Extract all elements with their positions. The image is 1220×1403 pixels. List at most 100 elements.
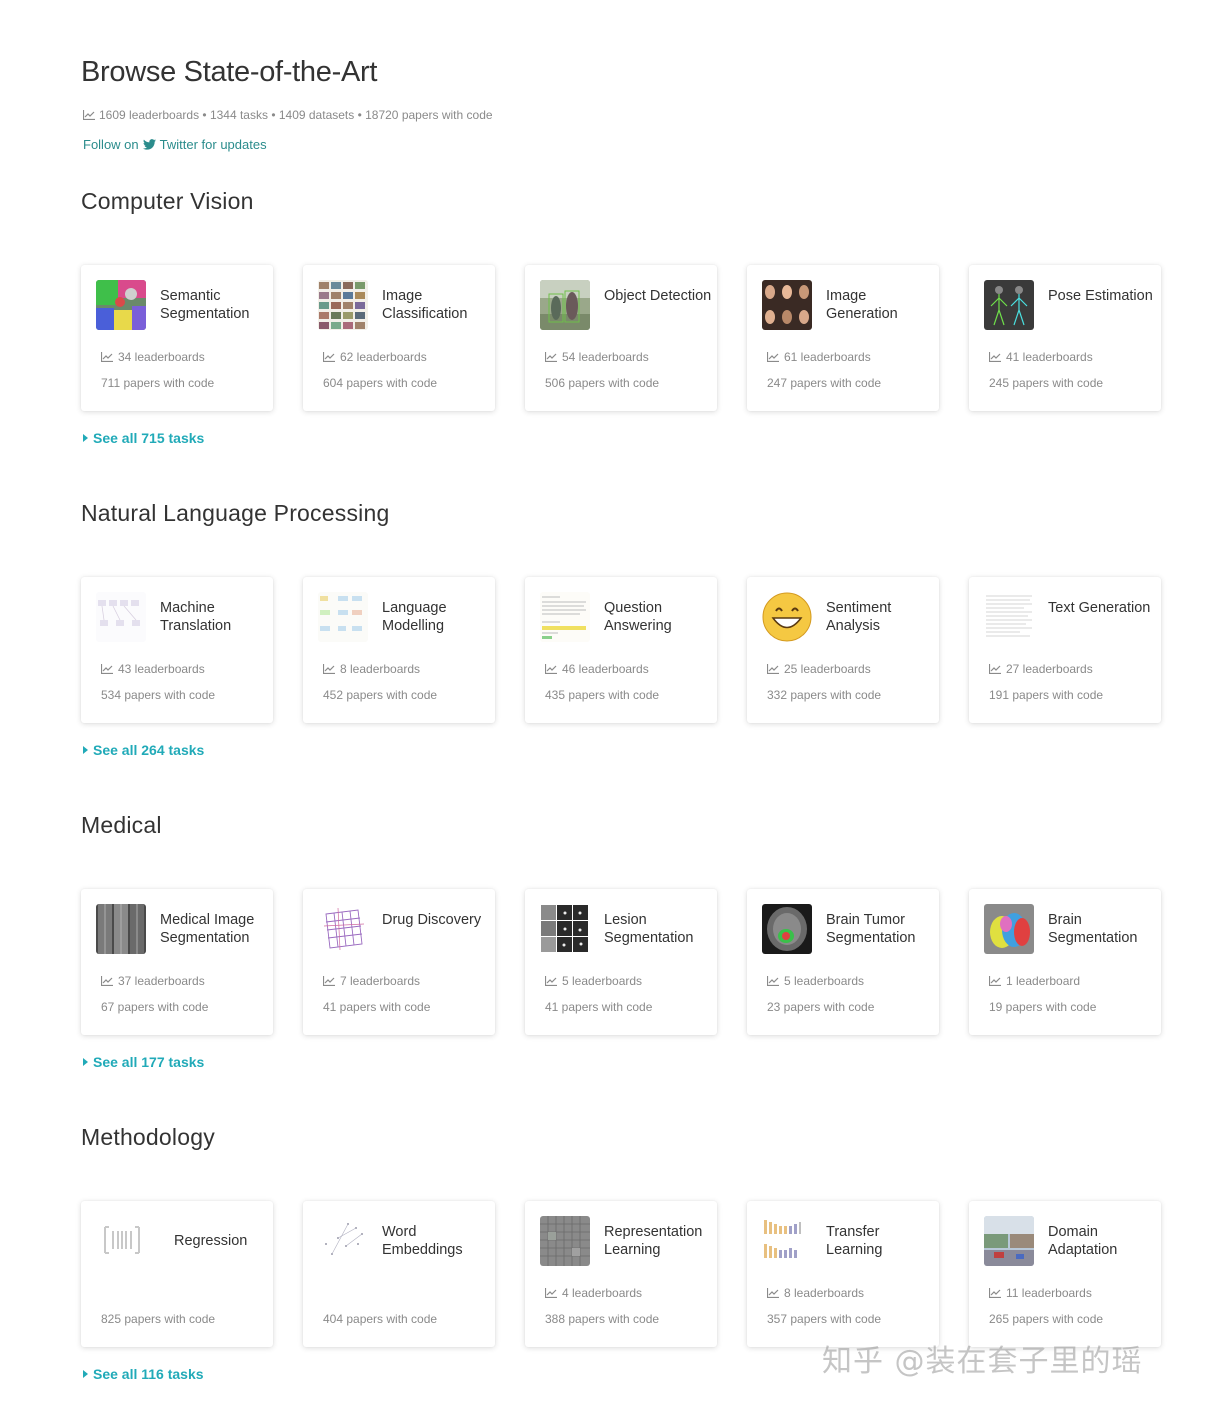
representation-learning-thumbnail [540,1216,590,1266]
card-title: Object Detection [604,288,712,304]
leaderboards-label: 61 leaderboards [784,350,871,364]
task-card[interactable]: Language Modelling 8 leaderboards 452 pa… [303,577,495,723]
caret-right-icon [83,746,88,754]
object-detection-thumbnail [540,280,590,330]
task-row-methodology: Regression 825 papers with code Word Emb… [81,1201,1171,1347]
leaderboards-label: 5 leaderboards [784,974,865,988]
semantic-segmentation-thumbnail [96,280,146,330]
transfer-learning-thumbnail [762,1216,812,1266]
chart-icon [545,1288,557,1298]
task-card[interactable]: Image Classification 62 leaderboards 604… [303,265,495,411]
task-card[interactable]: Object Detection 54 leaderboards 506 pap… [525,265,717,411]
task-card[interactable]: Text Generation 27 leaderboards 191 pape… [969,577,1161,723]
task-card[interactable]: Lesion Segmentation 5 leaderboards 41 pa… [525,889,717,1035]
leaderboards-count: 54 leaderboards [545,350,649,364]
stats-text: 1609 leaderboards • 1344 tasks • 1409 da… [99,108,493,122]
card-title: Brain Segmentation [1048,912,1138,946]
image-classification-thumbnail [318,280,368,330]
papers-count: 711 papers with code [101,376,215,390]
chart-icon [323,664,335,674]
leaderboards-count: 25 leaderboards [767,662,871,676]
task-card[interactable]: Brain Segmentation 1 leaderboard 19 pape… [969,889,1161,1035]
card-title: Semantic Segmentation [160,288,250,322]
leaderboards-count: 61 leaderboards [767,350,871,364]
task-row-medical: Medical Image Segmentation 37 leaderboar… [81,889,1171,1035]
card-title: Text Generation [1048,600,1151,616]
task-card[interactable]: Sentiment Analysis 25 leaderboards 332 p… [747,577,939,723]
leaderboards-label: 27 leaderboards [1006,662,1093,676]
card-title: Lesion Segmentation [604,912,694,946]
leaderboards-count: 46 leaderboards [545,662,649,676]
task-card[interactable]: Regression 825 papers with code [81,1201,273,1347]
chart-icon [101,352,113,362]
watermark: 知乎 @装在套子里的瑶 [822,1344,1143,1379]
task-card[interactable]: Word Embeddings 404 papers with code [303,1201,495,1347]
see-all-tasks-link[interactable]: See all 116 tasks [83,1366,204,1382]
leaderboards-label: 7 leaderboards [340,974,421,988]
task-card[interactable]: Representation Learning 4 leaderboards 3… [525,1201,717,1347]
papers-count: 506 papers with code [545,376,660,390]
card-title: Machine Translation [160,600,232,634]
lesion-grid-thumbnail [540,904,590,954]
chart-icon [989,352,1001,362]
see-all-label: See all 264 tasks [93,742,205,758]
task-card[interactable]: Drug Discovery 7 leaderboards 41 papers … [303,889,495,1035]
papers-count: 357 papers with code [767,1312,882,1326]
leaderboards-count: 1 leaderboard [989,974,1080,988]
papers-count: 19 papers with code [989,1000,1097,1014]
task-card[interactable]: Medical Image Segmentation 37 leaderboar… [81,889,273,1035]
text-generation-thumbnail [984,592,1034,642]
card-title: Regression [174,1233,248,1249]
papers-count: 604 papers with code [323,376,438,390]
papers-count: 23 papers with code [767,1000,875,1014]
leaderboards-count: 41 leaderboards [989,350,1093,364]
task-card[interactable]: Question Answering 46 leaderboards 435 p… [525,577,717,723]
card-title: Language Modelling [382,600,447,634]
leaderboards-label: 11 leaderboards [1006,1286,1092,1300]
card-title: Question Answering [604,600,672,634]
see-all-label: See all 177 tasks [93,1054,205,1070]
chart-icon [545,976,557,986]
brain-tumor-thumbnail [762,904,812,954]
follow-twitter-link[interactable]: Follow on Twitter for updates [83,137,267,152]
leaderboards-label: 4 leaderboards [562,1286,643,1300]
caret-right-icon [83,434,88,442]
language-modelling-thumbnail [318,592,368,642]
task-row-nlp: Machine Translation 43 leaderboards 534 … [81,577,1171,723]
smiley-emoji-thumbnail [762,592,812,642]
image-generation-thumbnail [762,280,812,330]
task-card[interactable]: Pose Estimation 41 leaderboards 245 pape… [969,265,1161,411]
section-title-nlp: Natural Language Processing [81,500,390,526]
card-title: Pose Estimation [1048,288,1153,304]
chart-icon [989,1288,1001,1298]
see-all-label: See all 116 tasks [93,1366,204,1382]
caret-right-icon [83,1370,88,1378]
task-card[interactable]: Semantic Segmentation 34 leaderboards 71… [81,265,273,411]
twitter-icon [142,139,156,150]
see-all-tasks-link[interactable]: See all 264 tasks [83,742,204,758]
card-title: Medical Image Segmentation [160,912,255,946]
chart-icon [767,976,779,986]
leaderboards-count: 5 leaderboards [545,974,642,988]
papers-count: 435 papers with code [545,688,660,702]
card-title: Transfer Learning [826,1224,883,1258]
follow-suffix: Twitter for updates [159,137,267,152]
papers-count: 41 papers with code [323,1000,431,1014]
chart-icon [101,664,113,674]
task-card[interactable]: Domain Adaptation 11 leaderboards 265 pa… [969,1201,1161,1347]
task-card[interactable]: Image Generation 61 leaderboards 247 pap… [747,265,939,411]
papers-count: 332 papers with code [767,688,882,702]
domain-adaptation-thumbnail [984,1216,1034,1266]
leaderboards-label: 54 leaderboards [562,350,649,364]
task-card[interactable]: Machine Translation 43 leaderboards 534 … [81,577,273,723]
see-all-tasks-link[interactable]: See all 177 tasks [83,1054,204,1070]
leaderboards-count: 43 leaderboards [101,662,205,676]
chart-icon [101,976,113,986]
see-all-tasks-link[interactable]: See all 715 tasks [83,430,204,446]
leaderboards-label: 34 leaderboards [118,350,205,364]
card-title: Word Embeddings [382,1224,463,1258]
leaderboards-label: 8 leaderboards [784,1286,865,1300]
task-card[interactable]: Transfer Learning 8 leaderboards 357 pap… [747,1201,939,1347]
chart-icon [545,352,557,362]
task-card[interactable]: Brain Tumor Segmentation 5 leaderboards … [747,889,939,1035]
